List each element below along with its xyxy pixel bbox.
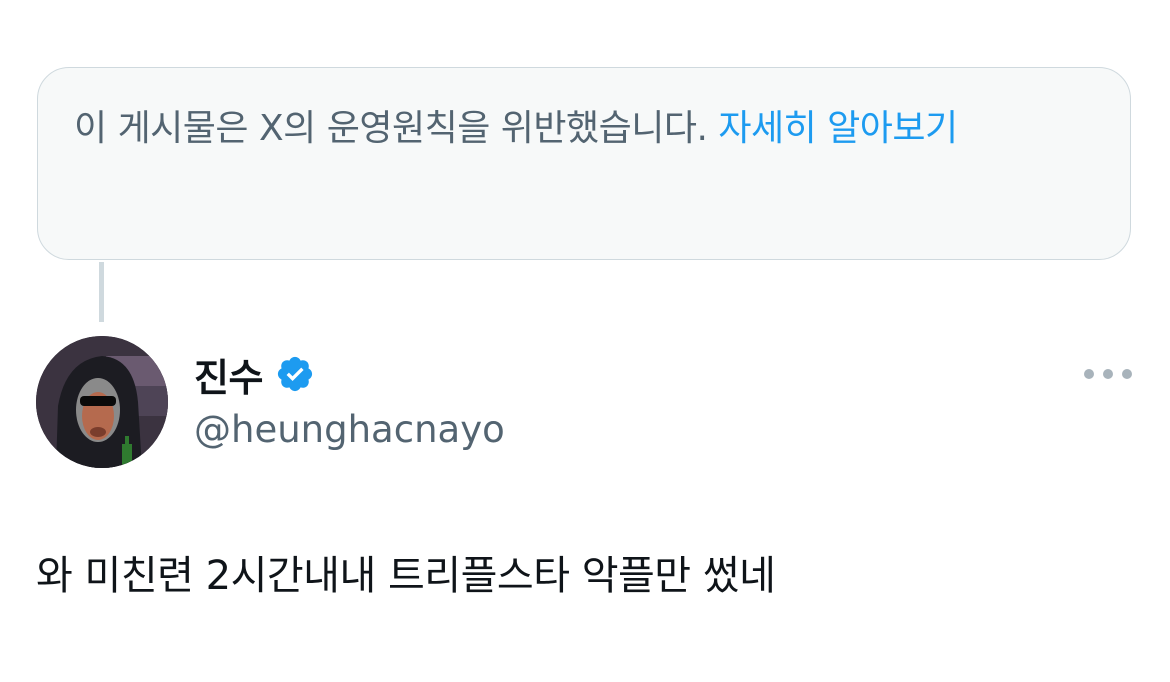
more-options-icon [1103,369,1113,379]
violation-notice-text: 이 게시물은 X의 운영원칙을 위반했습니다. [74,108,719,149]
avatar-image [36,336,168,468]
display-name[interactable]: 진수 [194,347,263,402]
author-handle[interactable]: @heunghacnayo [194,404,505,456]
learn-more-link[interactable]: 자세히 알아보기 [718,108,958,149]
post-view: 이 게시물은 X의 운영원칙을 위반했습니다. 자세히 알아보기 진수 @heu… [0,0,1170,682]
author-name-row[interactable]: 진수 [194,348,315,400]
thread-connector-line [99,262,104,322]
more-options-icon [1122,369,1132,379]
more-options-icon [1084,369,1094,379]
verified-badge-icon [277,356,313,392]
more-options-button[interactable] [1082,360,1134,388]
post-text: 와 미친련 2시간내내 트리플스타 악플만 썼네 [36,553,776,599]
violation-notice: 이 게시물은 X의 운영원칙을 위반했습니다. 자세히 알아보기 [37,67,1131,260]
avatar[interactable] [36,336,168,468]
